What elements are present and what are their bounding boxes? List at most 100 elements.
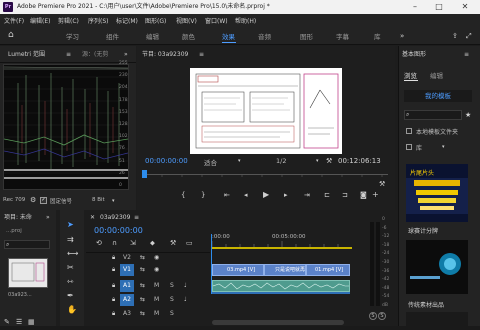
wrench-icon[interactable]: ⚒ [326,157,332,165]
libraries-checkbox[interactable] [406,144,412,150]
video-clip[interactable]: 01.mp4 [V] [306,264,350,276]
close-sequence-icon[interactable]: ✕ [90,214,95,222]
mark-out-icon[interactable]: } [201,191,205,199]
mark-in-icon[interactable]: { [181,191,185,199]
chevron-down-icon[interactable]: ▾ [238,157,241,165]
quick-export-icon[interactable]: ⇪ [452,32,458,40]
program-timecode-current[interactable]: 00:00:00:00 [145,157,188,165]
sync-lock-icon[interactable]: ⇆ [140,266,145,274]
panel-menu-icon[interactable]: ≡ [134,214,139,222]
program-scrubber[interactable] [142,170,388,178]
microphone-icon[interactable]: ♩ [184,296,187,304]
lock-icon[interactable]: 🔒︎ [112,254,115,262]
tab-project[interactable]: 项目: 未命 [4,212,32,224]
hand-tool-icon[interactable]: ✋ [67,306,77,314]
settings-icon[interactable]: ⚒ [379,180,385,188]
add-button-icon[interactable]: + [372,191,379,199]
tab-program[interactable]: 节目: 03a92309 [142,49,188,61]
solo-button[interactable]: S [170,282,174,289]
ripple-edit-tool-icon[interactable]: ⟷ [67,250,78,258]
step-back-icon[interactable]: ◂ [244,191,248,199]
menu-help[interactable]: 帮助(H) [235,16,256,25]
workspace-graphics[interactable]: 图形 [300,31,313,41]
sync-lock-icon[interactable]: ⇆ [140,282,145,290]
go-to-in-icon[interactable]: ⇤ [224,191,230,199]
audio-clip[interactable] [212,280,350,292]
timeline-scrollbar[interactable] [212,320,344,325]
eye-icon[interactable]: ◉ [154,266,159,274]
home-icon[interactable]: ⌂ [8,31,14,40]
track-select-tool-icon[interactable]: ⇉ [67,236,74,244]
pencil-icon[interactable]: ✎ [4,318,10,326]
video-clip[interactable]: 只是说吧就再 [264,264,306,276]
overwrite-icon[interactable]: ⊐ [342,191,348,199]
lock-icon[interactable]: 🔒︎ [112,282,115,290]
tab-sequence[interactable]: 03a92309 [100,212,130,224]
panel-menu-icon[interactable]: ≡ [66,51,71,59]
menu-clip[interactable]: 剪辑(C) [58,16,79,25]
work-area-bar[interactable] [212,247,352,249]
menu-edit[interactable]: 编辑(E) [30,16,50,25]
colorspace-label[interactable]: Rec 709 [3,197,25,203]
snap-icon[interactable]: ∩ [112,239,117,247]
more-tabs-icon[interactable]: » [46,214,50,222]
mute-button[interactable]: M [154,282,159,289]
export-frame-icon[interactable]: ◙ [360,191,367,199]
captions-icon[interactable]: ▭ [186,239,193,247]
my-templates-button[interactable]: 我的模板 [404,90,472,102]
eye-icon[interactable]: ◉ [154,254,159,262]
slip-tool-icon[interactable]: ⇿ [67,278,74,286]
solo-button[interactable]: S [170,310,174,317]
insert-icon[interactable]: ⊏ [324,191,330,199]
workspace-captions[interactable]: 字幕 [336,31,349,41]
tab-lumetri-scopes[interactable]: Lumetri 范围 [8,49,45,61]
chevron-down-icon[interactable]: ▾ [112,197,115,205]
audio-clip-a2[interactable] [212,292,350,294]
pen-tool-icon[interactable]: ✒ [67,292,74,300]
track-label[interactable]: A2 [120,294,134,306]
mute-button[interactable]: M [154,296,159,303]
microphone-icon[interactable]: ♩ [184,282,187,290]
tab-edit[interactable]: 编辑 [430,70,443,80]
track-label[interactable]: V2 [120,253,134,263]
workspace-effects[interactable]: 效果 [222,31,235,41]
bit-depth-select[interactable]: 8 Bit [92,197,105,203]
clamp-checkbox[interactable]: ✓ [40,197,47,204]
project-search-input[interactable] [4,240,50,249]
mute-button[interactable]: M [154,310,159,317]
wrench-icon[interactable]: ⚒ [170,239,176,247]
lock-icon[interactable]: 🔒︎ [112,310,115,318]
menu-view[interactable]: 视图(V) [176,16,197,25]
tab-source[interactable]: 源：(无剪 [82,49,108,61]
chevron-down-icon[interactable]: ▾ [316,157,319,165]
minimize-button[interactable]: – [404,0,426,14]
star-icon[interactable]: ★ [465,111,471,119]
sync-lock-icon[interactable]: ⇆ [140,310,145,318]
workspace-libraries[interactable]: 库 [374,31,381,41]
sync-lock-icon[interactable]: ⇆ [140,296,145,304]
fullscreen-icon[interactable]: ⤢ [466,32,472,40]
razor-tool-icon[interactable]: ✂ [67,264,74,272]
timeline-timecode[interactable]: 00:00:00:00 [94,226,143,235]
settings-icon[interactable]: ⚙ [30,196,36,204]
menu-graphics[interactable]: 图形(G) [145,16,166,25]
sync-lock-icon[interactable]: ⇆ [140,254,145,262]
more-tabs-icon[interactable]: » [124,51,128,59]
solo-left-button[interactable]: S [369,312,377,320]
menu-file[interactable]: 文件(F) [4,16,24,25]
track-label[interactable]: V1 [120,264,134,276]
workspace-learn[interactable]: 学习 [66,31,79,41]
track-label[interactable]: A1 [120,280,134,292]
search-input[interactable] [404,110,462,120]
chevron-down-icon[interactable]: ▾ [442,143,445,151]
menu-markers[interactable]: 标记(M) [116,16,138,25]
lock-icon[interactable]: 🔒︎ [112,296,115,304]
tab-browse[interactable]: 浏览 [404,70,417,80]
video-clip[interactable]: 03.mp4 [V] [212,264,264,276]
solo-right-button[interactable]: S [378,312,386,320]
icon-view-icon[interactable]: ▦ [28,318,35,326]
go-to-out-icon[interactable]: ⇥ [304,191,310,199]
list-view-icon[interactable]: ☰ [16,318,22,326]
workspace-color[interactable]: 颜色 [182,31,195,41]
playback-resolution-select[interactable]: 1/2 [276,157,286,165]
